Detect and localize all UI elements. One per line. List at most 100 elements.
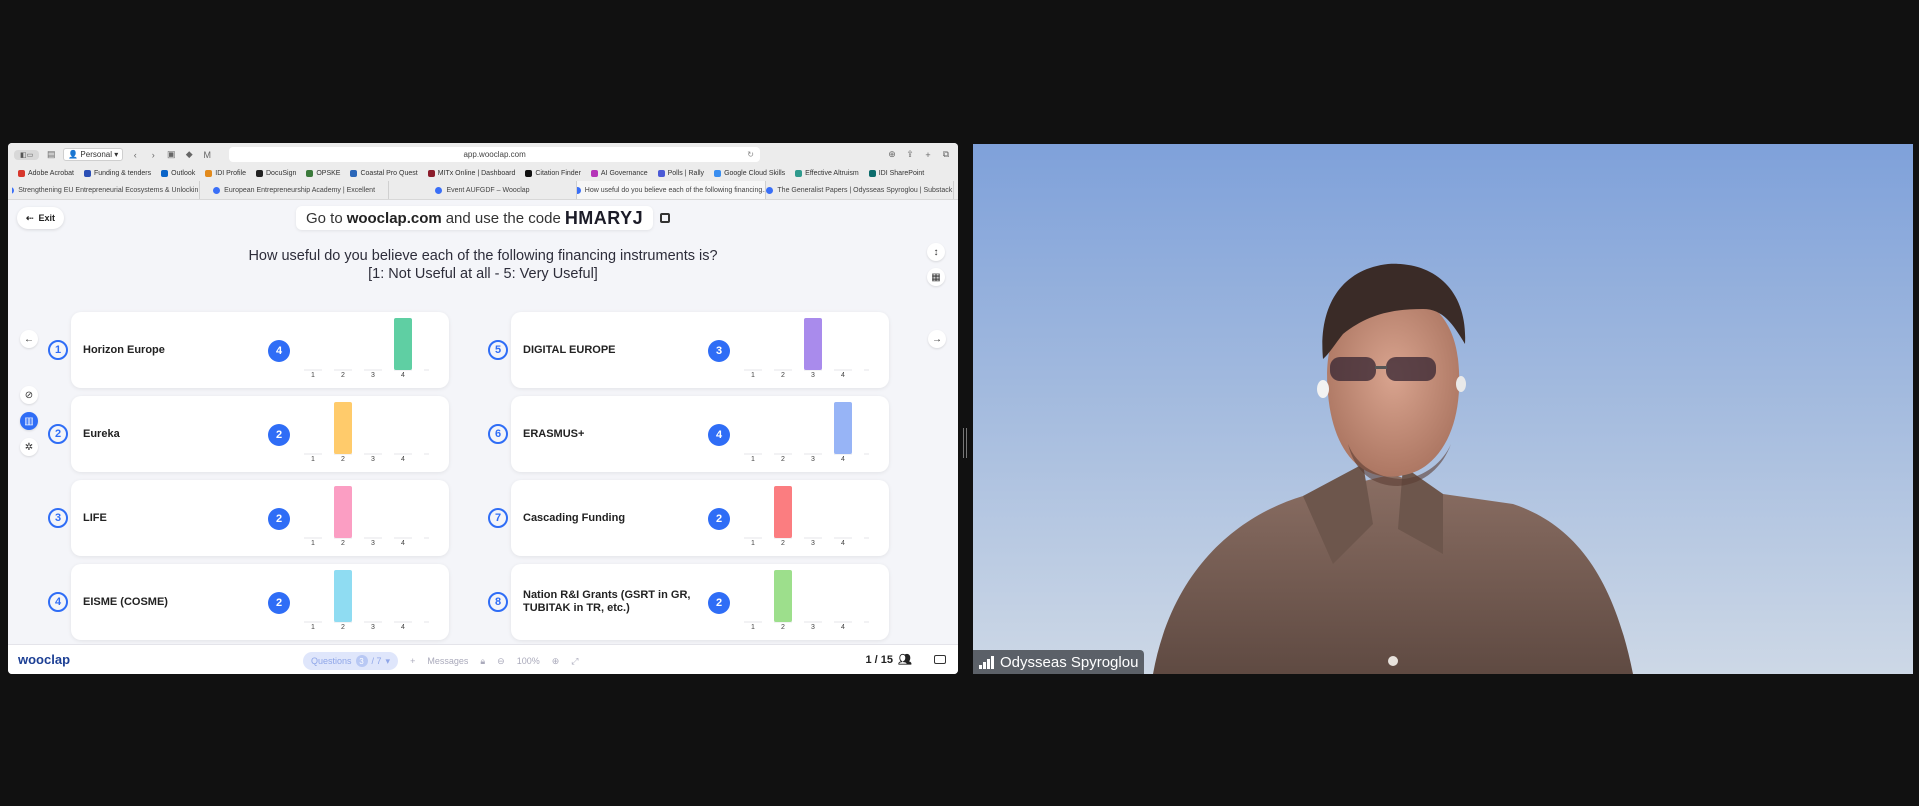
bookmark-item[interactable]: Citation Finder <box>525 170 581 177</box>
extension-icon-2[interactable]: ◆ <box>183 149 195 160</box>
chevron-down-icon: ▾ <box>385 655 391 666</box>
expand-vertical-icon[interactable]: ↕ <box>927 243 945 261</box>
exit-button[interactable]: ⇠ Exit <box>17 207 65 229</box>
bookmark-item[interactable]: Polls | Rally <box>657 170 704 177</box>
bar-tick-label: 3 <box>811 372 815 378</box>
bookmark-item[interactable]: Google Cloud Skills <box>714 170 785 177</box>
zoom-level: 100% <box>516 656 540 666</box>
bookmark-item[interactable]: DocuSign <box>256 170 296 177</box>
join-prefix: Go to <box>306 209 343 227</box>
bookmark-favicon-icon <box>306 170 314 177</box>
share-icon[interactable]: ⇪ <box>904 149 916 160</box>
tab-title: European Entrepreneurship Academy | Exce… <box>224 186 376 194</box>
zoom-in-icon[interactable]: ⊕ <box>552 656 560 667</box>
bookmark-label: Citation Finder <box>535 170 581 177</box>
browser-tab[interactable]: Strengthening EU Entrepreneurial Ecosyst… <box>12 181 201 199</box>
item-number: 3 <box>48 508 68 528</box>
messages-button[interactable]: Messages <box>427 656 468 666</box>
item-label: EISME (COSME) <box>83 595 168 608</box>
browser-chrome: ◧▭ ▤ 👤 Personal ▾ ‹ › ▣ ◆ M app.wooclap.… <box>8 143 958 200</box>
bookmark-item[interactable]: OPSKE <box>306 170 340 177</box>
participants-icon[interactable]: 👥︎ <box>898 653 912 666</box>
item-score-badge: 4 <box>268 340 290 362</box>
browser-tab[interactable]: How useful do you believe each of the fo… <box>577 181 766 199</box>
bookmark-label: IDI Profile <box>215 170 246 177</box>
bar-mark <box>394 318 412 370</box>
result-card: Nation R&I Grants (GSRT in GR, TUBITAK i… <box>511 564 889 640</box>
sidebar-icon[interactable]: ▤ <box>45 149 57 160</box>
item-number: 1 <box>48 340 68 360</box>
result-card: Cascading Funding212345 <box>511 480 889 556</box>
browser-tab[interactable]: Event AUFGDF – Wooclap <box>389 181 578 199</box>
bar-tick-label: 4 <box>841 624 845 630</box>
item-label: Horizon Europe <box>83 343 165 356</box>
bar-tick-label: 3 <box>371 456 375 462</box>
item-number: 5 <box>488 340 508 360</box>
chart-view-icon[interactable]: ▥ <box>20 412 38 430</box>
bar-mark <box>334 486 352 538</box>
browser-tab[interactable]: The Generalist Papers | Odysseas Spyrogl… <box>766 181 955 199</box>
window-controls[interactable]: ◧▭ <box>14 149 40 160</box>
extension-icon[interactable]: ▣ <box>165 149 177 160</box>
zoom-out-icon[interactable]: ⊖ <box>497 656 505 667</box>
bookmark-label: IDI SharePoint <box>878 170 925 177</box>
lock-icon[interactable]: 🔒︎ <box>480 656 485 667</box>
bookmark-item[interactable]: IDI Profile <box>205 170 246 177</box>
bar-tick-label: 1 <box>311 624 315 630</box>
tab-title: The Generalist Papers | Odysseas Spyrogl… <box>777 186 953 194</box>
profile-button[interactable]: 👤 Personal ▾ <box>63 148 124 161</box>
address-bar[interactable]: app.wooclap.com ↻ <box>229 147 760 162</box>
bookmark-item[interactable]: IDI SharePoint <box>868 170 925 177</box>
item-bar-chart: 12345 <box>304 318 429 378</box>
settings-gear-icon[interactable]: ✲ <box>20 438 38 456</box>
bookmark-item[interactable]: MITx Online | Dashboard <box>427 170 515 177</box>
item-score-badge: 2 <box>268 508 290 530</box>
shared-screen-window: ◧▭ ▤ 👤 Personal ▾ ‹ › ▣ ◆ M app.wooclap.… <box>8 143 958 674</box>
bar-tick-label: 1 <box>751 540 755 546</box>
fullscreen-icon[interactable]: ⤢ <box>571 656 578 667</box>
panel-resize-handle[interactable] <box>963 428 967 458</box>
bar-mark <box>334 402 352 454</box>
tab-title: Event AUFGDF – Wooclap <box>446 186 530 194</box>
profile-name: Personal <box>80 150 112 159</box>
back-icon[interactable]: ‹ <box>129 150 141 160</box>
bar-tick-label: 1 <box>751 372 755 378</box>
item-label: DIGITAL EUROPE <box>523 343 616 356</box>
bookmark-item[interactable]: Effective Altruism <box>795 170 859 177</box>
page-indicator: 1 / 15 <box>865 653 894 666</box>
new-tab-icon[interactable]: + <box>922 150 934 160</box>
hide-results-icon[interactable]: ⊘ <box>20 386 38 404</box>
bookmark-favicon-icon <box>256 170 263 177</box>
bookmark-favicon-icon <box>350 170 358 177</box>
previous-arrow-icon[interactable]: ← <box>20 330 38 348</box>
forward-icon[interactable]: › <box>147 150 159 160</box>
grid-view-icon[interactable]: ▦ <box>927 268 945 286</box>
bar-tick-label: 4 <box>401 456 405 462</box>
item-bar-chart: 12345 <box>304 402 429 462</box>
item-score-badge: 2 <box>708 508 730 530</box>
browser-tab[interactable]: European Entrepreneurship Academy | Exce… <box>200 181 389 199</box>
bookmark-item[interactable]: Outlook <box>161 170 195 177</box>
add-icon[interactable]: + <box>410 656 415 666</box>
bookmark-item[interactable]: AI Governance <box>590 170 648 177</box>
keyboard-icon[interactable] <box>934 655 946 664</box>
bookmark-favicon-icon <box>205 170 213 177</box>
bookmark-item[interactable]: Funding & tenders <box>83 170 151 177</box>
next-arrow-icon[interactable]: → <box>928 330 946 348</box>
result-card: Eureka212345 <box>71 396 449 472</box>
questions-selector[interactable]: Questions 3 / 7 ▾ <box>303 652 399 670</box>
result-card: DIGITAL EUROPE312345 <box>511 312 889 388</box>
bookmark-item[interactable]: Adobe Acrobat <box>18 170 74 177</box>
item-label: Cascading Funding <box>523 511 626 524</box>
bookmark-item[interactable]: Coastal Pro Quest <box>350 170 418 177</box>
bar-tick-label: 1 <box>751 624 755 630</box>
question-line-1: How useful do you believe each of the fo… <box>248 248 718 264</box>
gmail-icon[interactable]: M <box>201 150 213 160</box>
download-icon[interactable]: ⊕ <box>886 149 898 160</box>
reload-icon[interactable]: ↻ <box>747 150 754 159</box>
bookmark-label: Effective Altruism <box>805 170 859 177</box>
bar-tick-label: 2 <box>781 372 785 378</box>
bookmark-favicon-icon <box>657 170 665 177</box>
tab-overview-icon[interactable]: ⧉ <box>940 149 952 160</box>
qr-code-icon[interactable] <box>660 213 670 223</box>
